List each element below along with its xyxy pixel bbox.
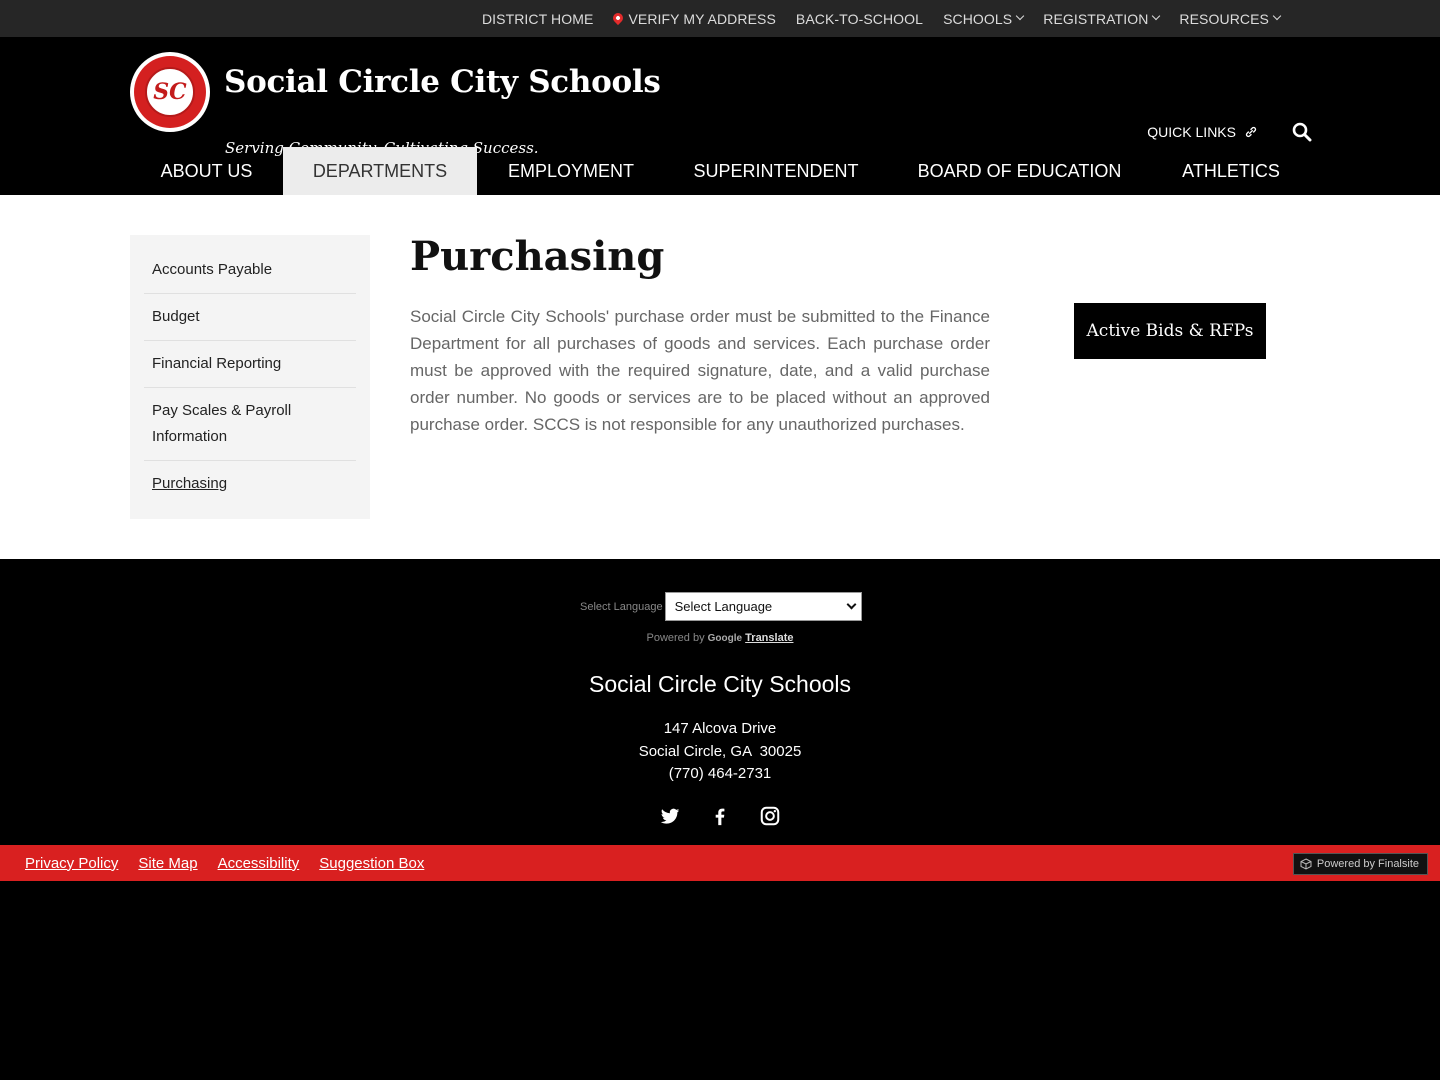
language-selector: Select Language Select Language [580,592,862,621]
side-item-accounts-payable[interactable]: Accounts Payable [144,247,356,294]
utility-back-to-school[interactable]: BACK-TO-SCHOOL [796,11,923,27]
nav-athletics[interactable]: ATHLETICS [1152,147,1310,195]
nav-label: ABOUT US [160,160,253,181]
search-icon[interactable] [1292,122,1312,142]
nav-label: ATHLETICS [1182,160,1280,181]
nav-superintendent[interactable]: SUPERINTENDENT [665,147,887,195]
utility-district-home[interactable]: DISTRICT HOME [482,11,594,27]
legal-bar: Privacy Policy Site Map Accessibility Su… [0,845,1440,881]
logo-initials: SC [145,67,195,117]
chevron-down-icon [1152,11,1161,20]
site-title[interactable]: Social Circle City Schools [224,64,661,100]
finalsite-badge[interactable]: Powered by Finalsite [1292,853,1428,875]
google-logo-text: Google [707,633,743,644]
utility-label: SCHOOLS [943,10,1013,27]
quick-links-label: QUICK LINKS [1147,124,1236,140]
section-side-nav: Accounts Payable Budget Financial Report… [130,235,370,519]
google-translate-credit: Powered by Google Translate [0,632,1440,644]
district-logo[interactable]: SC [130,52,210,132]
utility-nav: DISTRICT HOME VERIFY MY ADDRESS BACK-TO-… [482,0,1282,37]
legal-links: Privacy Policy Site Map Accessibility Su… [25,845,444,881]
chevron-down-icon [1015,11,1025,20]
utility-label: VERIFY MY ADDRESS [628,10,776,27]
side-item-purchasing[interactable]: Purchasing [144,461,356,507]
side-item-financial-reporting[interactable]: Financial Reporting [144,341,356,388]
nav-label: EMPLOYMENT [507,160,635,181]
twitter-icon[interactable] [659,805,681,827]
social-links [0,805,1440,827]
facebook-icon[interactable] [709,805,731,827]
instagram-icon[interactable] [759,805,781,827]
utility-label: BACK-TO-SCHOOL [795,10,924,27]
side-item-budget[interactable]: Budget [144,294,356,341]
finalsite-label: Powered by Finalsite [1316,858,1419,870]
language-selected-value: Select Language [674,599,773,614]
privacy-policy-link[interactable]: Privacy Policy [25,855,118,872]
utility-label: REGISTRATION [1043,10,1149,27]
utility-resources[interactable]: RESOURCES [1179,10,1282,27]
page-bottom-filler [0,881,1440,1080]
quick-links-button[interactable]: QUICK LINKS [1147,124,1258,140]
utility-schools[interactable]: SCHOOLS [943,10,1025,27]
side-item-pay-scales[interactable]: Pay Scales & Payroll Information [144,388,356,461]
footer-school-name: Social Circle City Schools [588,671,852,697]
nav-employment[interactable]: EMPLOYMENT [477,147,665,195]
page-title: Purchasing [410,233,665,280]
utility-verify-address[interactable]: VERIFY MY ADDRESS [611,10,776,27]
page-body-text: Social Circle City Schools' purchase ord… [410,307,990,434]
chevron-down-icon [846,599,857,610]
finalsite-icon [1300,858,1312,870]
powered-by-label: Powered by [646,632,705,644]
main-content: Accounts Payable Budget Financial Report… [0,195,1440,559]
utility-label: RESOURCES [1179,10,1269,27]
chevron-down-icon [1272,11,1282,20]
footer-phone: (770) 464-2731 [668,765,772,782]
site-map-link[interactable]: Site Map [138,855,197,872]
utility-bar: DISTRICT HOME VERIFY MY ADDRESS BACK-TO-… [0,0,1440,37]
footer-address: 147 Alcova Drive Social Circle, GA 30025… [0,718,1440,786]
site-footer: Select Language Select Language Powered … [0,559,1440,845]
logo-seal-ring: SC [134,56,206,128]
site-header: SC Social Circle City Schools Serving Co… [0,37,1440,195]
nav-about-us[interactable]: ABOUT US [130,147,283,195]
language-select[interactable]: Select Language [664,592,862,621]
address-city: Social Circle, GA 30025 [638,742,802,760]
nav-board-of-education[interactable]: BOARD OF EDUCATION [887,147,1152,195]
suggestion-box-link[interactable]: Suggestion Box [319,855,424,872]
utility-registration[interactable]: REGISTRATION [1043,10,1161,27]
nav-label: SUPERINTENDENT [693,160,859,181]
main-nav: ABOUT US DEPARTMENTS EMPLOYMENT SUPERINT… [130,147,1310,195]
active-bids-button[interactable]: Active Bids & RFPs [1074,303,1266,359]
nav-label: DEPARTMENTS [312,160,448,181]
translate-link[interactable]: Translate [745,632,793,644]
address-street: 147 Alcova Drive [663,720,777,737]
accessibility-link[interactable]: Accessibility [218,855,300,872]
language-label: Select Language [580,600,663,613]
map-pin-icon [611,10,626,25]
link-icon [1245,126,1257,138]
nav-departments[interactable]: DEPARTMENTS [283,147,477,195]
utility-label: DISTRICT HOME [481,10,594,27]
nav-label: BOARD OF EDUCATION [917,160,1122,181]
